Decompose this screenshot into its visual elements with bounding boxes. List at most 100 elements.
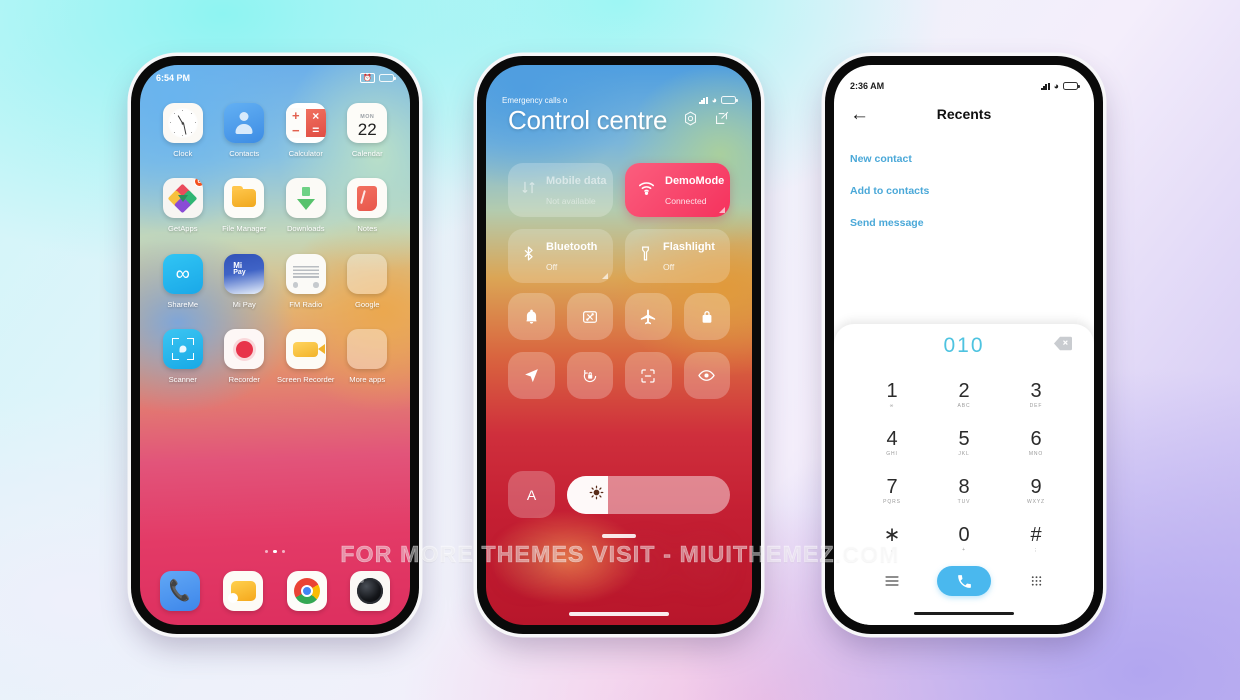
key-digit: 1 — [886, 380, 898, 402]
expand-corner-icon[interactable] — [719, 207, 725, 213]
app-downloads[interactable]: Downloads — [275, 178, 337, 233]
tile-flashlight[interactable]: Flashlight Off — [625, 229, 730, 283]
key-4[interactable]: 4 GHI — [856, 420, 928, 466]
app-recorder[interactable]: Recorder — [214, 329, 276, 384]
app-label: Notes — [357, 224, 378, 234]
toggle-lock[interactable] — [683, 293, 730, 340]
call-button[interactable] — [937, 566, 991, 596]
toggle-silent[interactable] — [508, 293, 555, 340]
status-bar: Emergency calls o ◕ — [486, 87, 752, 113]
key-7[interactable]: 7 PQRS — [856, 468, 928, 514]
link-send-message[interactable]: Send message — [850, 207, 1078, 239]
key-sub: JKL — [958, 451, 970, 457]
key-sub: ; — [1034, 547, 1038, 553]
app-notes[interactable]: Notes — [337, 178, 399, 233]
menu-icon[interactable] — [856, 575, 928, 587]
app-getapps[interactable]: 6 GetApps — [152, 178, 214, 233]
app-label: GetApps — [167, 224, 198, 234]
app-label: Mi Pay — [232, 299, 256, 309]
app-label: More apps — [349, 375, 386, 385]
notes-icon — [347, 178, 388, 219]
toggle-reading-mode[interactable] — [683, 352, 730, 399]
app-shareme[interactable]: ∞ ShareMe — [152, 253, 214, 309]
dock-messages-icon[interactable] — [223, 571, 264, 611]
app-contacts[interactable]: Contacts — [214, 103, 276, 158]
app-label: Screen Recorder — [277, 375, 335, 385]
tile-mobile-data[interactable]: Mobile data Not available — [508, 163, 613, 217]
key-9[interactable]: 9 WXYZ — [1000, 468, 1072, 514]
keypad-icon[interactable] — [1000, 574, 1072, 589]
app-grid: Clock Contacts + − × = Calculator MON 22 C… — [140, 103, 410, 385]
key-3[interactable]: 3 DEF — [1000, 372, 1072, 418]
file-manager-icon — [224, 178, 265, 219]
app-label: Google — [355, 299, 380, 309]
toggle-airplane[interactable] — [625, 293, 672, 340]
app-screen-recorder[interactable]: Screen Recorder — [275, 329, 337, 384]
app-google-folder[interactable]: Google — [337, 253, 399, 309]
key-8[interactable]: 8 TUV — [928, 468, 1000, 514]
key-digit: 3 — [1030, 380, 1042, 402]
app-fm-radio[interactable]: FM Radio — [275, 253, 337, 309]
app-label: Recorder — [228, 375, 260, 385]
tile-title: DemoMode — [665, 175, 725, 187]
dock-camera-icon[interactable] — [349, 571, 390, 611]
downloads-icon — [285, 178, 326, 219]
app-label: Calendar — [351, 149, 383, 158]
backspace-icon[interactable] — [1054, 336, 1072, 356]
key-5[interactable]: 5 JKL — [928, 420, 1000, 466]
key-sub: + — [962, 547, 966, 553]
dock-phone-icon[interactable]: 📞 — [160, 571, 200, 611]
key-hash[interactable]: #; — [1000, 516, 1072, 562]
app-scanner[interactable]: Scanner — [152, 329, 214, 384]
screen-recorder-icon — [285, 329, 326, 370]
tile-bluetooth[interactable]: Bluetooth Off — [508, 229, 613, 283]
toggle-scan[interactable] — [625, 352, 672, 399]
app-file-manager[interactable]: File Manager — [214, 178, 276, 233]
fm-radio-icon — [285, 253, 326, 294]
tile-wifi[interactable]: DemoMode Connected — [625, 163, 730, 217]
app-calendar[interactable]: MON 22 Calendar — [337, 103, 399, 158]
toggle-location[interactable] — [508, 352, 555, 399]
getapps-icon: 6 — [162, 178, 203, 219]
link-new-contact[interactable]: New contact — [850, 143, 1078, 175]
status-bar: 6:54 PM ⏰ — [140, 65, 410, 91]
key-digit: 8 — [958, 476, 970, 498]
key-0[interactable]: 0 + — [928, 516, 1000, 562]
calendar-day: 22 — [357, 119, 377, 139]
key-2[interactable]: 2 ABC — [928, 372, 1000, 418]
app-mi-pay[interactable]: Mi Pay Mi Pay — [214, 253, 276, 309]
status-time: 6:54 PM — [156, 73, 191, 83]
mini-toggle-grid — [486, 293, 752, 399]
key-digit: 9 — [1030, 476, 1042, 498]
home-indicator[interactable] — [569, 612, 669, 616]
app-more-apps-folder[interactable]: More apps — [337, 329, 399, 384]
link-add-to-contacts[interactable]: Add to contacts — [850, 175, 1078, 207]
key-6[interactable]: 6 MNO — [1000, 420, 1072, 466]
key-star[interactable]: ∗, — [856, 516, 928, 562]
phone-control-centre: Emergency calls o ◕ Control centre Mobil… — [477, 56, 761, 634]
mobile-data-icon — [520, 179, 537, 201]
brightness-slider[interactable] — [567, 475, 730, 514]
dialpad-sheet: 010 1 ∞ 2 ABC 3 DEF 4 GHI 5 JKL 6 MNO 7 PQRS 8T… — [834, 324, 1094, 625]
home-indicator[interactable] — [914, 611, 1014, 615]
key-sub: ∞ — [889, 403, 895, 409]
shareme-icon: ∞ — [162, 253, 203, 294]
key-digit: ∗ — [883, 524, 901, 546]
key-digit: 4 — [886, 428, 898, 450]
app-calculator[interactable]: + − × = Calculator — [275, 103, 337, 158]
tile-subtitle: Connected — [665, 196, 707, 206]
expand-corner-icon[interactable] — [602, 273, 608, 279]
toggle-cast[interactable] — [566, 293, 613, 340]
blurred-dock-preview — [486, 529, 752, 599]
tile-title: Flashlight — [663, 241, 715, 253]
key-1[interactable]: 1 ∞ — [856, 372, 928, 418]
dock-chrome-icon[interactable] — [286, 571, 327, 611]
dialer-actions — [834, 562, 1094, 596]
app-label: Clock — [173, 149, 193, 158]
app-label: File Manager — [222, 224, 267, 234]
bluetooth-icon — [520, 245, 537, 267]
auto-brightness-toggle[interactable]: A — [508, 471, 555, 518]
calendar-icon: MON 22 — [347, 103, 388, 143]
app-clock[interactable]: Clock — [152, 103, 214, 158]
toggle-rotation-lock[interactable] — [566, 352, 613, 399]
